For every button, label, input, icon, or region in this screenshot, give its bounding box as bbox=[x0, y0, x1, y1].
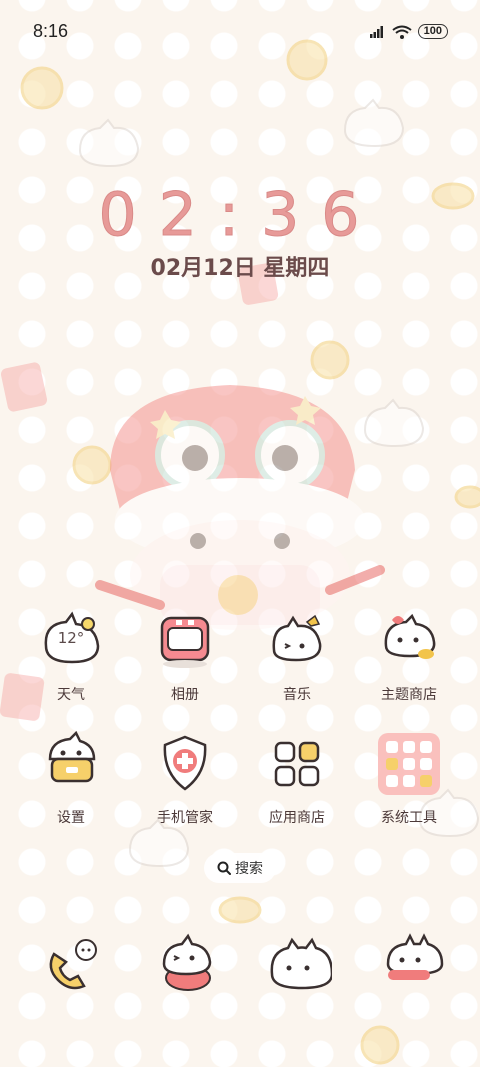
app-label: 设置 bbox=[57, 810, 85, 826]
search-icon bbox=[217, 861, 231, 875]
settings-cat-icon bbox=[48, 730, 96, 783]
system-tools-folder-icon bbox=[378, 733, 440, 795]
app-phone-manager[interactable]: 手机管家 bbox=[135, 729, 235, 827]
browser-icon bbox=[270, 937, 334, 990]
app-label: 应用商店 bbox=[269, 810, 325, 826]
app-label: 相册 bbox=[171, 687, 199, 703]
app-label: 天气 bbox=[57, 687, 85, 703]
battery-icon: 100 bbox=[417, 24, 448, 39]
app-music[interactable]: 音乐 bbox=[247, 606, 347, 704]
camera-icon bbox=[386, 933, 444, 980]
app-label: 主题商店 bbox=[381, 687, 437, 703]
app-theme-store[interactable]: 主题商店 bbox=[359, 606, 459, 704]
app-settings[interactable]: 设置 bbox=[21, 729, 121, 827]
app-app-store[interactable]: 应用商店 bbox=[247, 729, 347, 827]
messages-icon bbox=[162, 933, 212, 991]
security-shield-icon bbox=[163, 735, 207, 791]
music-cat-icon bbox=[272, 614, 322, 662]
svg-text:12°: 12° bbox=[58, 629, 85, 647]
app-label: 手机管家 bbox=[157, 810, 213, 826]
search-label: 搜索 bbox=[235, 861, 263, 877]
phone-icon bbox=[49, 939, 97, 990]
app-gallery[interactable]: 相册 bbox=[135, 606, 235, 704]
search-button[interactable]: 搜索 bbox=[204, 853, 276, 883]
dock-browser[interactable] bbox=[247, 930, 347, 1000]
weather-cloud-icon: 12° bbox=[44, 611, 100, 664]
wallpaper-illustration bbox=[0, 39, 480, 1065]
clock-date[interactable]: 02月12日 星期四 bbox=[0, 250, 480, 282]
gallery-camera-icon bbox=[160, 616, 210, 668]
status-bar: 8:16 100 bbox=[0, 18, 480, 48]
app-system-tools-folder[interactable]: 系统工具 bbox=[359, 729, 459, 827]
app-label: 系统工具 bbox=[381, 810, 437, 826]
app-label: 音乐 bbox=[283, 687, 311, 703]
app-store-grid-icon bbox=[274, 741, 320, 787]
app-weather[interactable]: 12° 天气 bbox=[21, 606, 121, 704]
dock-phone[interactable] bbox=[21, 930, 121, 1000]
status-time: 8:16 bbox=[33, 21, 69, 41]
dock-messages[interactable] bbox=[135, 930, 235, 1000]
dock-camera[interactable] bbox=[359, 930, 459, 1000]
theme-store-cat-icon bbox=[384, 613, 436, 659]
wifi-icon bbox=[392, 25, 412, 39]
clock-time[interactable]: 02:36 bbox=[0, 180, 480, 251]
signal-icon bbox=[369, 25, 383, 38]
